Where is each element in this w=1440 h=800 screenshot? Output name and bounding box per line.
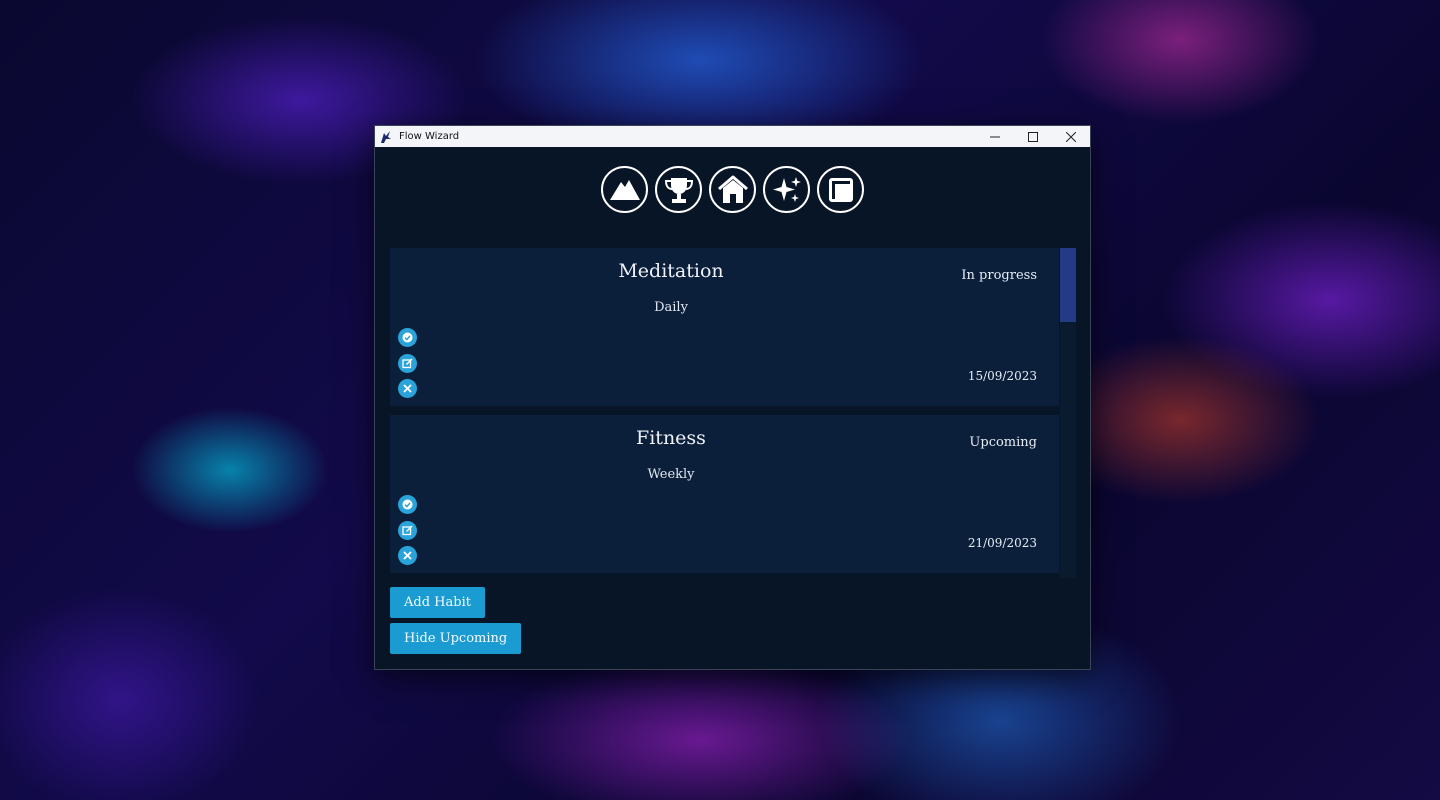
edit-icon xyxy=(402,525,413,536)
app-window: Flow Wizard Meditation Daily In progress… xyxy=(374,125,1091,670)
minimize-icon xyxy=(990,136,1000,137)
main-nav xyxy=(375,166,1090,213)
edit-icon xyxy=(402,358,413,369)
hide-upcoming-button[interactable]: Hide Upcoming xyxy=(390,623,522,654)
x-icon xyxy=(403,551,412,560)
x-icon xyxy=(403,384,412,393)
nav-trophy-button[interactable] xyxy=(655,166,702,213)
complete-button[interactable] xyxy=(398,495,417,514)
maximize-button[interactable] xyxy=(1014,126,1052,147)
habit-title: Meditation xyxy=(618,260,724,282)
edit-button[interactable] xyxy=(398,521,417,540)
complete-button[interactable] xyxy=(398,328,417,347)
check-icon xyxy=(402,332,413,343)
scrollbar-thumb[interactable] xyxy=(1060,248,1076,322)
habit-date: 15/09/2023 xyxy=(967,369,1037,383)
habit-frequency: Daily xyxy=(654,300,688,315)
scrollbar-track[interactable] xyxy=(1060,248,1076,578)
edit-button[interactable] xyxy=(398,354,417,373)
nav-home-button[interactable] xyxy=(709,166,756,213)
title-bar[interactable]: Flow Wizard xyxy=(375,126,1090,147)
nav-mountain-button[interactable] xyxy=(601,166,648,213)
window-icon xyxy=(828,177,853,202)
habit-title: Fitness xyxy=(636,427,706,449)
minimize-button[interactable] xyxy=(976,126,1014,147)
sparkle-icon xyxy=(772,176,801,202)
habit-date: 21/09/2023 xyxy=(967,536,1037,550)
habit-list[interactable]: Meditation Daily In progress 15/09/2023 … xyxy=(390,248,1076,578)
home-icon xyxy=(717,175,748,203)
mountain-icon xyxy=(609,179,640,200)
wizard-app-icon xyxy=(381,130,391,143)
habit-frequency: Weekly xyxy=(647,467,695,482)
close-icon xyxy=(1066,131,1076,142)
habit-status: In progress xyxy=(961,268,1037,283)
window-title: Flow Wizard xyxy=(399,131,460,142)
habit-card: Fitness Weekly Upcoming 21/09/2023 xyxy=(390,415,1059,573)
delete-button[interactable] xyxy=(398,379,417,398)
trophy-icon xyxy=(664,177,693,203)
habit-status: Upcoming xyxy=(969,435,1037,450)
maximize-icon xyxy=(1028,131,1038,142)
delete-button[interactable] xyxy=(398,546,417,565)
nav-sparkle-button[interactable] xyxy=(763,166,810,213)
check-icon xyxy=(402,499,413,510)
add-habit-button[interactable]: Add Habit xyxy=(390,587,485,618)
nav-window-button[interactable] xyxy=(817,166,864,213)
habit-card: Meditation Daily In progress 15/09/2023 xyxy=(390,248,1059,406)
close-button[interactable] xyxy=(1052,126,1090,147)
